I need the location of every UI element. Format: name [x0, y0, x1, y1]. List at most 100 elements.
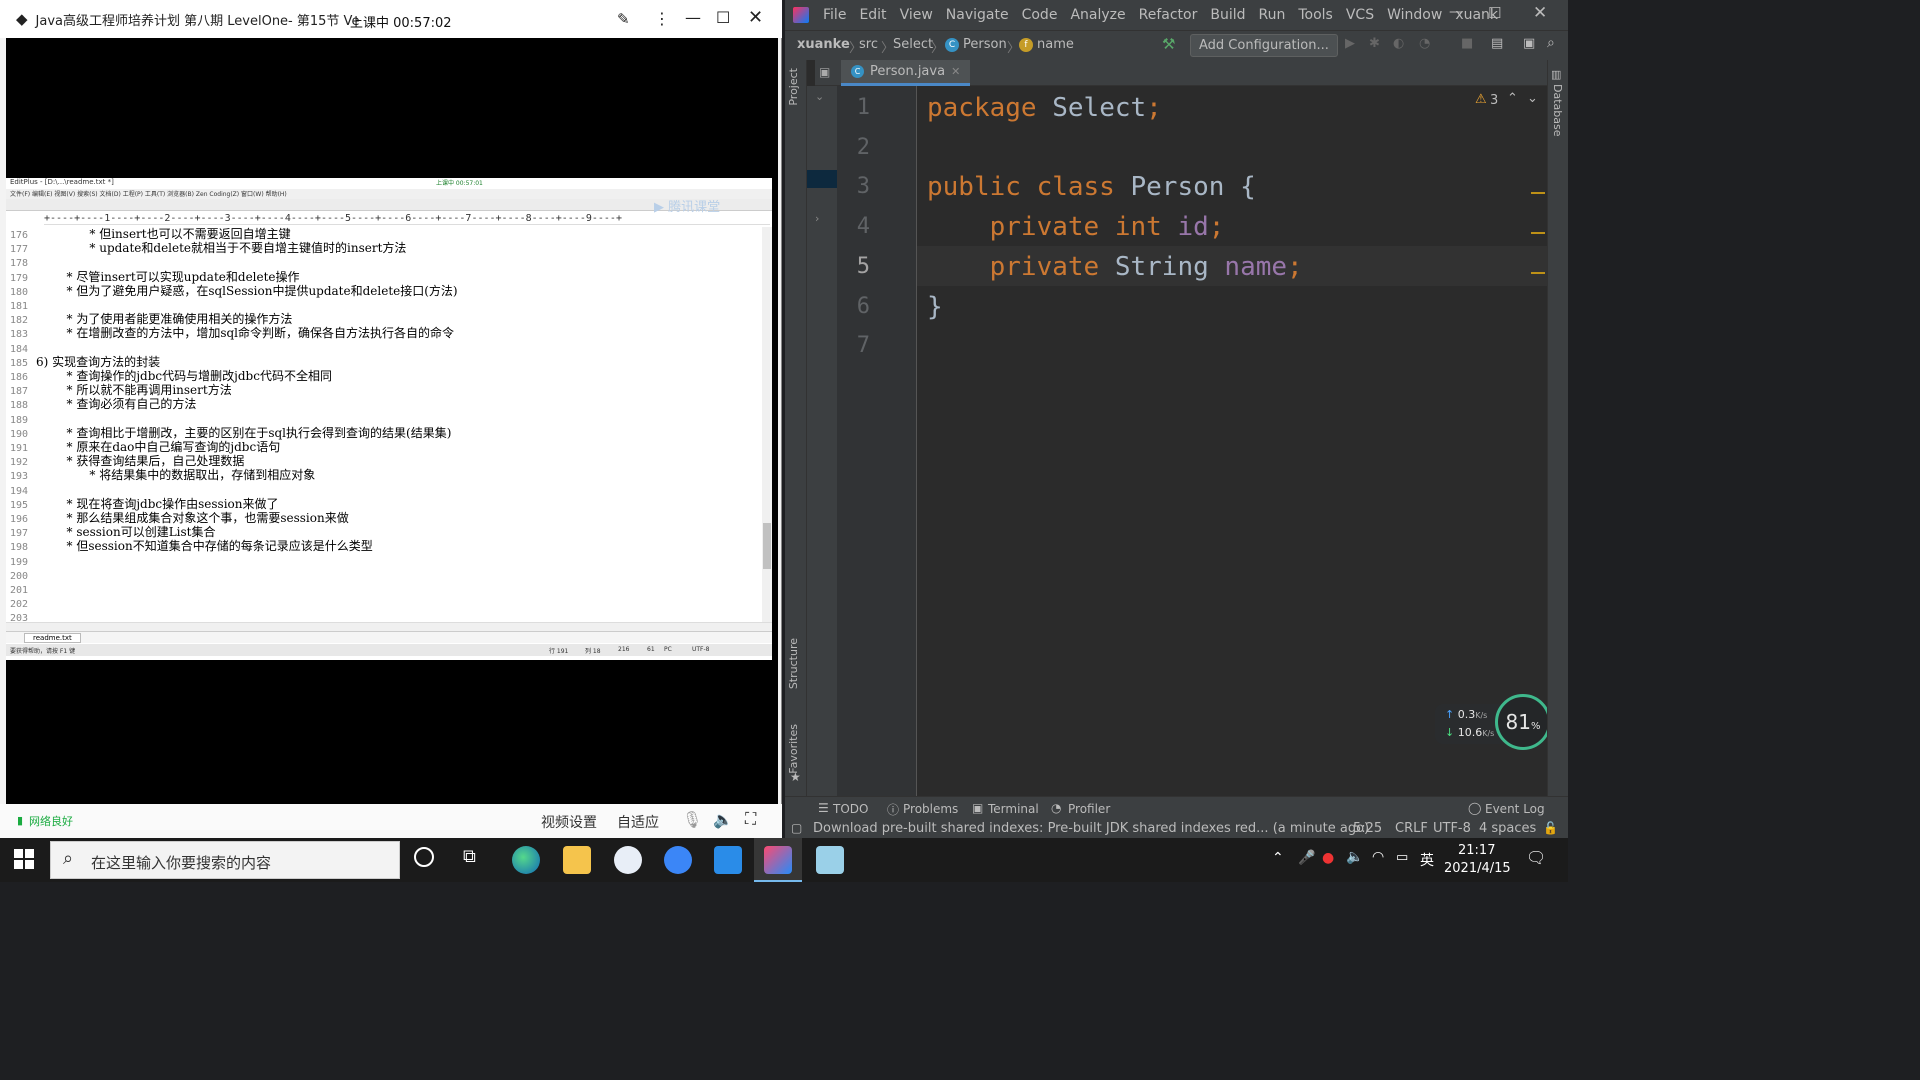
line-number[interactable]: 3 [830, 167, 870, 207]
line-number[interactable]: 7 [830, 326, 870, 366]
line-number[interactable]: 5 [830, 247, 870, 287]
editplus-tab[interactable]: readme.txt [24, 633, 81, 643]
search-icon[interactable]: ⌕ [1547, 35, 1555, 51]
run-icon[interactable]: ▶ [1345, 36, 1355, 51]
next-highlight-icon[interactable]: ⌄ [1527, 91, 1538, 106]
project-tool-button[interactable]: Project [787, 68, 800, 106]
ime-indicator[interactable]: 英 [1420, 850, 1434, 870]
menu-item[interactable]: Refactor [1139, 7, 1198, 23]
prev-highlight-icon[interactable]: ⌃ [1507, 91, 1518, 106]
menu-item[interactable]: Analyze [1070, 7, 1125, 23]
editplus-scrollbar[interactable] [762, 227, 772, 622]
menu-item[interactable]: Code [1022, 7, 1058, 23]
adapt-button[interactable]: 自适应 [617, 812, 659, 832]
database-tool-button[interactable]: Database [1551, 84, 1564, 137]
tab-person-java[interactable]: C Person.java ✕ [841, 60, 971, 86]
volume-icon[interactable]: 🔈 [1346, 849, 1363, 865]
cortana-icon[interactable] [414, 847, 434, 867]
structure-tool-button[interactable]: Structure [787, 638, 800, 689]
indent-setting[interactable]: 4 spaces [1479, 821, 1536, 836]
todo-button[interactable]: TODO [833, 802, 868, 816]
line-number[interactable]: 6 [830, 287, 870, 327]
collapse-panel-icon[interactable]: ▣ [819, 65, 830, 79]
kuaidi-icon[interactable] [664, 846, 692, 874]
favorites-tool-button[interactable]: Favorites [787, 724, 800, 774]
close-button[interactable]: ✕ [748, 7, 763, 28]
ide-close-button[interactable]: ✕ [1533, 3, 1547, 23]
status-message[interactable]: Download pre-built shared indexes: Pre-b… [813, 821, 1369, 836]
database-icon[interactable]: ▥ [1551, 68, 1561, 81]
fullscreen-icon[interactable]: ⛶ [745, 809, 756, 829]
ide-minimize-button[interactable]: — [1449, 4, 1463, 20]
breadcrumb-package[interactable]: Select [893, 37, 933, 52]
menu-item[interactable]: View [900, 7, 933, 23]
clock-date[interactable]: 2021/4/15 [1444, 861, 1511, 876]
edge-icon[interactable] [512, 846, 540, 874]
menu-item[interactable]: Tools [1298, 7, 1333, 23]
editplus-hscrollbar[interactable] [6, 622, 772, 631]
file-encoding[interactable]: UTF-8 [1433, 821, 1471, 836]
microphone-icon[interactable]: 🎤 [1298, 850, 1315, 866]
tab-close-icon[interactable]: ✕ [951, 65, 960, 78]
menu-item[interactable]: Run [1259, 7, 1286, 23]
pin-icon[interactable]: ✎ [617, 10, 630, 28]
terminal-button[interactable]: Terminal [988, 802, 1039, 816]
breadcrumb-class[interactable]: Person [963, 37, 1007, 52]
chevron-down-icon[interactable]: ⌄ [815, 90, 824, 103]
task-view-icon[interactable]: ⧉ [463, 846, 476, 867]
editplus-scroll-thumb[interactable] [763, 523, 771, 569]
lock-icon[interactable]: 🔓 [1543, 821, 1558, 835]
line-number[interactable]: 2 [830, 128, 870, 168]
breadcrumb-field[interactable]: name [1037, 37, 1074, 52]
event-log-button[interactable]: Event Log [1485, 802, 1545, 816]
breadcrumb-project[interactable]: xuanke [797, 37, 850, 52]
battery-icon[interactable]: ▭ [1396, 850, 1408, 865]
more-icon[interactable]: ⋮ [654, 9, 670, 28]
notepad-icon[interactable] [816, 846, 844, 874]
profiler-button[interactable]: Profiler [1068, 802, 1110, 816]
show-hidden-icons[interactable]: ⌃ [1272, 850, 1284, 866]
line-number[interactable]: 1 [830, 88, 870, 128]
coverage-icon[interactable]: ◐ [1393, 36, 1404, 51]
stop-icon[interactable]: ■ [1461, 36, 1473, 51]
add-configuration-button[interactable]: Add Configuration... [1190, 34, 1338, 57]
problems-button[interactable]: Problems [903, 802, 958, 816]
volume-icon[interactable]: 🔈 [713, 810, 733, 829]
video-settings-button[interactable]: 视频设置 [541, 812, 597, 832]
layout-icon[interactable]: ▣ [1523, 36, 1535, 51]
file-explorer-icon[interactable] [563, 846, 591, 874]
minimize-button[interactable]: — [685, 8, 701, 27]
cursor-position[interactable]: 5:25 [1353, 821, 1382, 836]
menu-item[interactable]: Build [1210, 7, 1245, 23]
menu-item[interactable]: Window [1387, 7, 1442, 23]
breadcrumb-src[interactable]: src [859, 37, 878, 52]
tray-app-icon[interactable]: ● [1322, 850, 1334, 866]
warning-marker[interactable] [1531, 232, 1545, 234]
chevron-right-icon[interactable]: › [815, 212, 819, 225]
tencent-classroom-icon[interactable] [714, 846, 742, 874]
build-hammer-icon[interactable]: ⚒ [1162, 35, 1175, 53]
windows-start-icon[interactable] [14, 849, 34, 869]
clock-time[interactable]: 21:17 [1458, 843, 1495, 858]
maximize-button[interactable]: ☐ [716, 8, 730, 27]
debug-icon[interactable]: ✱ [1369, 36, 1380, 51]
taskbar-search-box[interactable]: ⌕ 在这里输入你要搜索的内容 [50, 841, 400, 879]
status-square-icon[interactable]: ▢ [791, 821, 802, 835]
code-editor[interactable]: package Select; public class Person { pri… [917, 86, 1551, 796]
menu-item[interactable]: Edit [859, 7, 886, 23]
menu-item[interactable]: VCS [1346, 7, 1374, 23]
taskbar-search-input[interactable]: 在这里输入你要搜索的内容 [91, 852, 271, 873]
project-structure-icon[interactable]: ▤ [1491, 36, 1503, 51]
warning-marker[interactable] [1531, 272, 1545, 274]
mic-off-icon[interactable]: 🎙 [682, 810, 702, 829]
profile-icon[interactable]: ◔ [1419, 36, 1430, 51]
line-number[interactable]: 4 [830, 207, 870, 247]
warning-icon[interactable]: ⚠ [1475, 92, 1487, 107]
editplus-text-area[interactable]: 176 * 但insert也可以不需要返回自增主键 177 * update和de… [6, 227, 762, 627]
notifications-icon[interactable]: 🗨 [1526, 848, 1546, 867]
wifi-icon[interactable]: ◠ [1372, 849, 1384, 865]
line-separator[interactable]: CRLF [1395, 821, 1428, 836]
ide-maximize-button[interactable]: ☐ [1488, 4, 1501, 22]
menu-item[interactable]: Navigate [946, 7, 1009, 23]
typora-icon[interactable] [614, 846, 642, 874]
